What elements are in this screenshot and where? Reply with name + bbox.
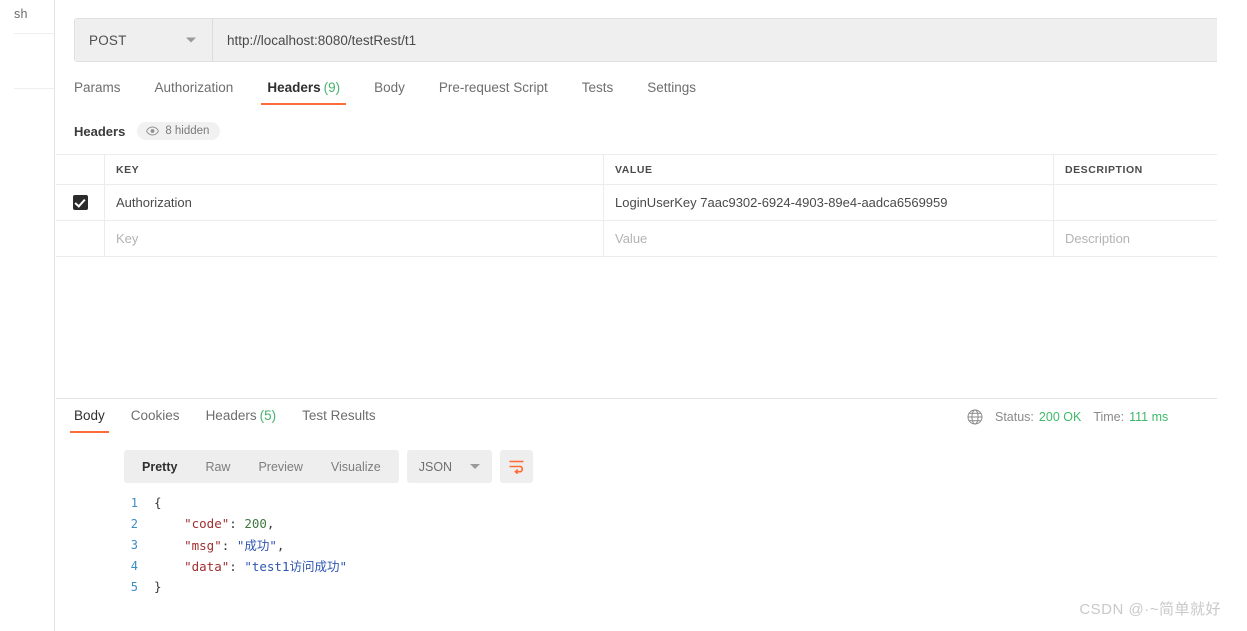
tab-settings[interactable]: Settings <box>647 80 696 105</box>
tab-label: Authorization <box>155 80 234 95</box>
wrap-lines-icon <box>508 459 525 474</box>
json-line: 2 "code": 200, <box>124 513 1214 534</box>
url-input[interactable]: http://localhost:8080/testRest/t1 <box>213 19 1234 61</box>
status-label: Status: <box>995 410 1034 424</box>
hidden-headers-label: 8 hidden <box>165 125 209 137</box>
headers-subheader: Headers 8 hidden <box>74 122 220 140</box>
table-row[interactable]: Authorization LoginUserKey 7aac9302-6924… <box>56 185 1217 221</box>
method-label: POST <box>89 33 127 48</box>
view-mode-group: Pretty Raw Preview Visualize <box>124 450 399 483</box>
checkbox-checked-icon[interactable] <box>73 195 88 210</box>
json-line-content: { <box>154 495 162 510</box>
tab-label: Params <box>74 80 121 95</box>
response-tab-body[interactable]: Body <box>74 408 105 433</box>
view-mode-preview[interactable]: Preview <box>244 460 316 474</box>
method-select[interactable]: POST <box>75 19 213 61</box>
sidebar-divider <box>14 88 54 89</box>
json-line-content: "code": 200, <box>154 516 274 531</box>
new-value-input[interactable]: Value <box>604 221 1054 256</box>
request-blank-area <box>56 260 1217 398</box>
json-line-content: } <box>154 579 162 594</box>
view-mode-visualize[interactable]: Visualize <box>317 460 395 474</box>
response-tab-headers[interactable]: Headers(5) <box>206 408 277 433</box>
main-panel: POST http://localhost:8080/testRest/t1 P… <box>56 0 1217 631</box>
right-gutter <box>1217 0 1247 631</box>
headers-table: KEY VALUE DESCRIPTION Authorization Logi… <box>56 154 1217 257</box>
new-key-input[interactable]: Key <box>105 221 604 256</box>
row-checkbox-cell[interactable] <box>56 185 105 220</box>
tab-count: (5) <box>260 408 277 423</box>
response-view-toolbar: Pretty Raw Preview Visualize JSON <box>124 450 533 483</box>
tab-label: Pre-request Script <box>439 80 548 95</box>
row-checkbox-cell[interactable] <box>56 221 105 256</box>
response-tab-cookies[interactable]: Cookies <box>131 408 180 433</box>
sidebar-label: sh <box>14 7 28 21</box>
format-select[interactable]: JSON <box>407 450 492 483</box>
tab-label: Settings <box>647 80 696 95</box>
tab-label: Headers <box>267 80 320 95</box>
watermark: CSDN @·~简单就好 <box>1079 598 1221 619</box>
tab-label: Body <box>374 80 405 95</box>
table-row-placeholder[interactable]: Key Value Description <box>56 221 1217 257</box>
new-description-input[interactable]: Description <box>1054 221 1217 256</box>
sidebar: sh <box>0 0 55 631</box>
table-header-row: KEY VALUE DESCRIPTION <box>56 155 1217 185</box>
view-mode-raw[interactable]: Raw <box>191 460 244 474</box>
column-value: VALUE <box>604 155 1054 184</box>
response-tabs: Body Cookies Headers(5) Test Results <box>74 408 402 433</box>
headers-title: Headers <box>74 124 125 139</box>
json-line-content: "data": "test1访问成功" <box>154 556 347 575</box>
wrap-lines-button[interactable] <box>500 450 533 483</box>
sidebar-divider <box>14 33 54 34</box>
json-line: 5} <box>124 576 1214 597</box>
tab-body[interactable]: Body <box>374 80 405 105</box>
tab-headers[interactable]: Headers (9) <box>267 80 340 105</box>
pane-splitter[interactable] <box>56 398 1217 399</box>
row-value[interactable]: LoginUserKey 7aac9302-6924-4903-89e4-aad… <box>604 185 1054 220</box>
tab-label: Tests <box>582 80 614 95</box>
json-line-number: 1 <box>124 496 154 510</box>
tab-params[interactable]: Params <box>74 80 121 105</box>
column-description: DESCRIPTION <box>1054 155 1217 184</box>
globe-icon[interactable] <box>967 409 983 425</box>
format-label: JSON <box>419 460 452 474</box>
tab-label: Headers <box>206 408 257 423</box>
postman-window: sh POST http://localhost:8080/testRest/t… <box>0 0 1247 631</box>
json-line: 3 "msg": "成功", <box>124 534 1214 555</box>
tab-pre-request-script[interactable]: Pre-request Script <box>439 80 548 105</box>
view-mode-pretty[interactable]: Pretty <box>128 460 191 474</box>
json-line-number: 3 <box>124 538 154 552</box>
url-value: http://localhost:8080/testRest/t1 <box>227 33 416 48</box>
time-label: Time: <box>1093 410 1124 424</box>
json-line-content: "msg": "成功", <box>154 535 284 554</box>
json-line-number: 4 <box>124 559 154 573</box>
chevron-down-icon <box>470 464 480 469</box>
hidden-headers-toggle[interactable]: 8 hidden <box>137 122 220 140</box>
response-body-json[interactable]: 1{2 "code": 200,3 "msg": "成功",4 "data": … <box>124 492 1214 612</box>
url-bar: POST http://localhost:8080/testRest/t1 <box>74 18 1235 62</box>
header-checkbox-cell <box>56 155 105 184</box>
column-key: KEY <box>105 155 604 184</box>
chevron-down-icon <box>186 38 196 43</box>
tab-label: Test Results <box>302 408 376 423</box>
tab-count: (9) <box>324 80 341 95</box>
request-tabs: Params Authorization Headers (9) Body Pre… <box>74 80 1235 112</box>
row-description[interactable] <box>1054 185 1217 220</box>
json-line: 1{ <box>124 492 1214 513</box>
eye-icon <box>146 126 159 136</box>
json-line-number: 5 <box>124 580 154 594</box>
json-line-number: 2 <box>124 517 154 531</box>
json-line: 4 "data": "test1访问成功" <box>124 555 1214 576</box>
tab-label: Cookies <box>131 408 180 423</box>
time-value: 111 ms <box>1129 410 1168 424</box>
tab-authorization[interactable]: Authorization <box>155 80 234 105</box>
tab-tests[interactable]: Tests <box>582 80 614 105</box>
response-tab-test-results[interactable]: Test Results <box>302 408 376 433</box>
row-key[interactable]: Authorization <box>105 185 604 220</box>
response-status-bar: Status: 200 OK Time: 111 ms <box>967 409 1217 425</box>
status-value: 200 OK <box>1039 410 1081 424</box>
tab-label: Body <box>74 408 105 423</box>
